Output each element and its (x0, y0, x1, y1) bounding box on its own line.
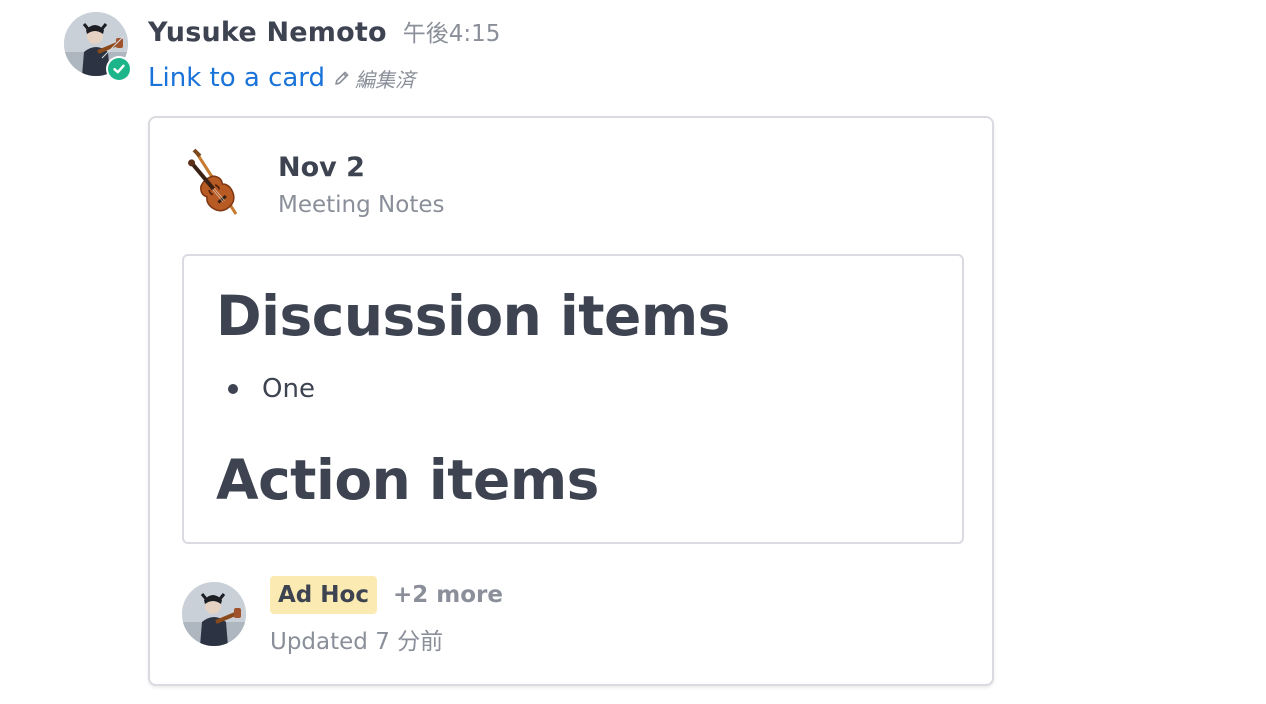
sender-avatar-wrapper[interactable] (64, 12, 132, 82)
message-header: Yusuke Nemoto 午後4:15 (148, 14, 500, 52)
updated-timestamp: Updated 7 分前 (270, 629, 444, 655)
edited-indicator: 編集済 (333, 64, 415, 93)
edited-label: 編集済 (355, 67, 416, 92)
card-preview[interactable]: Nov 2 Meeting Notes Discussion items One… (148, 116, 994, 686)
card-link[interactable]: Link to a card (148, 63, 325, 93)
card-tags: Ad Hoc +2 more (270, 576, 503, 614)
chat-message: Yusuke Nemoto 午後4:15 Link to a card 編集済 (0, 0, 1266, 704)
more-tags-link[interactable]: +2 more (393, 582, 503, 608)
list-item-text: One (262, 374, 315, 404)
preview-list: One (228, 374, 315, 404)
preview-heading-discussion: Discussion items (216, 284, 730, 348)
card-title[interactable]: Nov 2 (278, 152, 365, 183)
violin-icon (182, 148, 256, 222)
card-content-preview: Discussion items One Action items (182, 254, 964, 544)
avatar[interactable] (182, 582, 246, 646)
message-timestamp[interactable]: 午後4:15 (403, 14, 501, 48)
preview-heading-action: Action items (216, 448, 599, 512)
card-subtitle: Meeting Notes (278, 192, 445, 218)
sender-name[interactable]: Yusuke Nemoto (148, 17, 387, 48)
card-owner-avatar[interactable] (182, 582, 246, 646)
message-body: Link to a card 編集済 (148, 58, 415, 98)
pencil-icon (335, 71, 349, 85)
list-item: One (228, 374, 315, 404)
check-icon (108, 58, 130, 80)
tag-badge[interactable]: Ad Hoc (270, 576, 377, 614)
bullet-icon (228, 384, 238, 394)
online-status-badge (106, 56, 132, 82)
